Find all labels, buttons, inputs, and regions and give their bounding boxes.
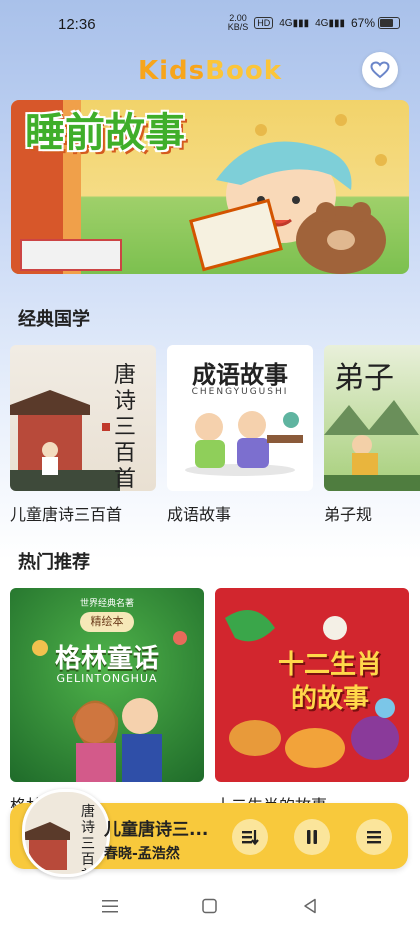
back-icon[interactable] (302, 898, 320, 914)
favorites-button[interactable] (362, 52, 398, 88)
hot-item-zodiac[interactable]: 十二生肖的故事 十二生肖的故事 (215, 588, 409, 808)
playlist-button[interactable] (356, 819, 392, 855)
classic-item-label: 成语故事 (167, 505, 232, 524)
player-art-text: 唐诗三百首 (81, 804, 95, 877)
cover-chengyu: 成语故事 CHENGYUGUSHI (167, 345, 313, 491)
signal-label-2: 4G (315, 17, 329, 29)
cover-tangshi: 唐诗三百首 (10, 345, 156, 491)
cover-zodiac: 十二生肖的故事 (215, 588, 409, 782)
app-logo: KidsBook (0, 56, 420, 86)
classic-list: 唐诗三百首 儿童唐诗三百首 成语故事 CHENGYUGUSHI 成语故事 弟子 (10, 345, 420, 525)
hot-list: 世界经典名著 精绘本 格林童话 GELINTONGHUA 格林童话 十二生肖的故… (10, 588, 420, 808)
hot-item-grimm[interactable]: 世界经典名著 精绘本 格林童话 GELINTONGHUA 格林童话 (10, 588, 204, 808)
hd-icon: HD (254, 17, 274, 29)
cover-dizigui-art (324, 400, 420, 491)
heart-icon (370, 61, 390, 79)
cover-tangshi-text: 唐诗三百首 (114, 363, 137, 491)
mini-player[interactable]: 唐诗三百首 儿童唐诗三... 春晓-孟浩然 (10, 789, 408, 877)
pause-icon (307, 830, 317, 844)
banner-title: 睡前故事 (25, 110, 185, 156)
signal-icon: 4G▮▮▮ (279, 17, 310, 29)
battery-fill (380, 19, 394, 27)
player-cover-art[interactable]: 唐诗三百首 (22, 789, 110, 877)
system-nav-bar (0, 880, 420, 933)
signal-label-1: 4G (279, 17, 293, 29)
cover-dizigui: 弟子 (324, 345, 420, 491)
classic-item-dizigui[interactable]: 弟子 弟子规 (324, 345, 420, 525)
signal-icon-2: 4G▮▮▮ (315, 17, 345, 29)
cover-chengyu-art (185, 411, 303, 476)
home-icon[interactable] (201, 898, 219, 914)
cover-grimm-art (32, 631, 187, 782)
status-time: 12:36 (58, 16, 96, 33)
cover-grimm: 世界经典名著 精绘本 格林童话 GELINTONGHUA (10, 588, 204, 782)
cover-zodiac-art (225, 610, 399, 768)
classic-item-label: 弟子规 (324, 505, 373, 524)
net-speed-unit: KB/S (227, 22, 249, 32)
logo-book: Book (205, 56, 282, 86)
net-speed: 2.00 KB/S (228, 14, 249, 32)
battery-icon (378, 17, 400, 29)
classic-item-label: 儿童唐诗三百首 (10, 505, 123, 524)
status-bar: 12:36 2.00 KB/S HD 4G▮▮▮ 4G▮▮▮ 67% (0, 0, 420, 48)
recent-apps-icon[interactable] (101, 898, 119, 914)
battery-percent: 67% (350, 16, 375, 30)
section-title-hot: 热门推荐 (18, 552, 90, 573)
sort-list-icon (242, 830, 259, 846)
player-title: 儿童唐诗三... (104, 820, 209, 840)
classic-item-chengyu[interactable]: 成语故事 CHENGYUGUSHI 成语故事 (167, 345, 313, 525)
status-icons: 2.00 KB/S HD 4G▮▮▮ 4G▮▮▮ 67% (228, 14, 400, 32)
classic-item-tangshi[interactable]: 唐诗三百首 儿童唐诗三百首 (10, 345, 156, 525)
app-header: KidsBook (0, 52, 420, 92)
logo-kids: Kids (138, 56, 206, 86)
banner-carousel[interactable]: 睡前故事 (11, 100, 409, 274)
pause-button[interactable] (294, 819, 330, 855)
menu-icon (367, 831, 381, 844)
section-title-classic: 经典国学 (18, 309, 90, 330)
battery-indicator: 67% (351, 16, 400, 30)
player-subtitle: 春晓-孟浩然 (104, 846, 180, 862)
sort-button[interactable] (232, 819, 268, 855)
